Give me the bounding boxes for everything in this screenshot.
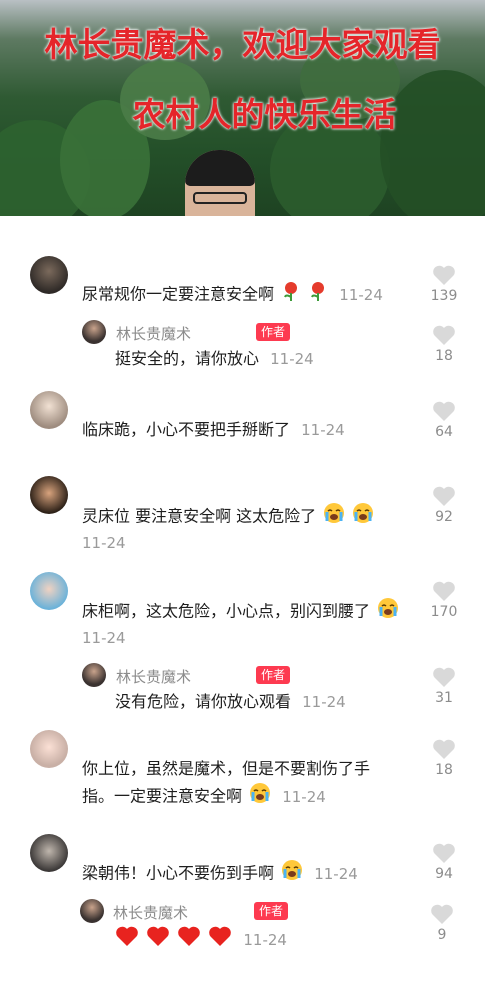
- author-avatar[interactable]: [80, 899, 104, 923]
- author-name[interactable]: 林长贵魔术: [116, 323, 191, 344]
- crying-emoji: [249, 782, 271, 812]
- heart-icon: [433, 486, 455, 506]
- comment-time: 11-24: [82, 629, 126, 647]
- heart-icon: [431, 904, 453, 924]
- like-count: 64: [435, 424, 453, 440]
- heart-emoji: [208, 925, 232, 955]
- rose-emoji: [281, 280, 301, 310]
- like-button[interactable]: 18: [419, 738, 469, 778]
- author-badge: 作者: [254, 902, 289, 920]
- heart-icon: [433, 265, 455, 285]
- like-button[interactable]: 94: [419, 842, 469, 882]
- reply-text: 挺安全的，请你放心 11-24: [115, 349, 314, 368]
- like-count: 139: [430, 288, 458, 304]
- reply-text: 11-24: [113, 925, 287, 955]
- author-avatar[interactable]: [82, 320, 106, 344]
- comment-time: 11-24: [282, 787, 326, 806]
- heart-emoji: [146, 925, 170, 955]
- avatar[interactable]: [30, 730, 68, 768]
- like-button[interactable]: 18: [419, 324, 469, 364]
- video-title-line2: 农村人的快乐生活: [132, 95, 397, 134]
- like-count: 92: [435, 509, 453, 525]
- like-count: 170: [430, 604, 458, 620]
- heart-icon: [433, 325, 455, 345]
- like-button[interactable]: 170: [419, 580, 469, 620]
- like-button[interactable]: 9: [417, 903, 467, 943]
- comment-time: 11-24: [243, 930, 287, 949]
- comment-text: 梁朝伟！小心不要伤到手啊 11-24: [82, 859, 358, 889]
- avatar[interactable]: [30, 476, 68, 514]
- reply-text: 没有危险，请你放心观看 11-24: [115, 692, 346, 711]
- author-name[interactable]: 林长贵魔术: [116, 666, 191, 687]
- crying-emoji: [377, 597, 399, 627]
- comment-text: 床柜啊，这太危险，小心点，别闪到腰了: [82, 597, 399, 627]
- comment-time: 11-24: [82, 534, 126, 552]
- avatar[interactable]: [30, 391, 68, 429]
- comment-text: 灵床位 要注意安全啊 这太危险了: [82, 502, 374, 532]
- comment-time: 11-24: [270, 350, 314, 368]
- heart-icon: [433, 667, 455, 687]
- video-thumbnail[interactable]: 林长贵魔术，欢迎大家观看 农村人的快乐生活: [0, 0, 485, 216]
- like-count: 18: [435, 762, 453, 778]
- avatar[interactable]: [30, 572, 68, 610]
- comment-text-line2: 指。一定要注意安全啊 11-24: [82, 782, 326, 812]
- heart-emoji: [177, 925, 201, 955]
- comment-time: 11-24: [339, 285, 383, 304]
- crying-emoji: [323, 502, 345, 532]
- like-button[interactable]: 139: [419, 264, 469, 304]
- like-button[interactable]: 64: [419, 400, 469, 440]
- comment-text: 尿常规你一定要注意安全啊 11-24: [82, 280, 383, 310]
- author-name[interactable]: 林长贵魔术: [113, 902, 188, 923]
- heart-icon: [433, 581, 455, 601]
- heart-icon: [433, 843, 455, 863]
- comment-time: 11-24: [302, 693, 346, 711]
- crying-emoji: [352, 502, 374, 532]
- heart-icon: [433, 401, 455, 421]
- like-count: 18: [435, 348, 453, 364]
- author-avatar[interactable]: [82, 663, 106, 687]
- comment-time: 11-24: [314, 864, 358, 883]
- avatar[interactable]: [30, 834, 68, 872]
- video-title-line1: 林长贵魔术，欢迎大家观看: [44, 25, 441, 64]
- like-count: 94: [435, 866, 453, 882]
- like-count: 31: [435, 690, 453, 706]
- comment-text: 临床跪，小心不要把手掰断了 11-24: [82, 420, 345, 439]
- comment-list: 尿常规你一定要注意安全啊 11-24 139 林长贵魔术 作者 挺安全的，请你放…: [0, 216, 485, 1000]
- crying-emoji: [281, 859, 303, 889]
- heart-icon: [433, 739, 455, 759]
- heart-emoji: [115, 925, 139, 955]
- comment-text: 你上位，虽然是魔术，但是不要割伤了手: [82, 759, 371, 778]
- author-badge: 作者: [256, 323, 291, 341]
- like-button[interactable]: 92: [419, 485, 469, 525]
- author-badge: 作者: [256, 666, 291, 684]
- comment-time: 11-24: [301, 421, 345, 439]
- like-button[interactable]: 31: [419, 666, 469, 706]
- presenter-face: [185, 150, 255, 216]
- rose-emoji: [308, 280, 328, 310]
- like-count: 9: [437, 927, 447, 943]
- avatar[interactable]: [30, 256, 68, 294]
